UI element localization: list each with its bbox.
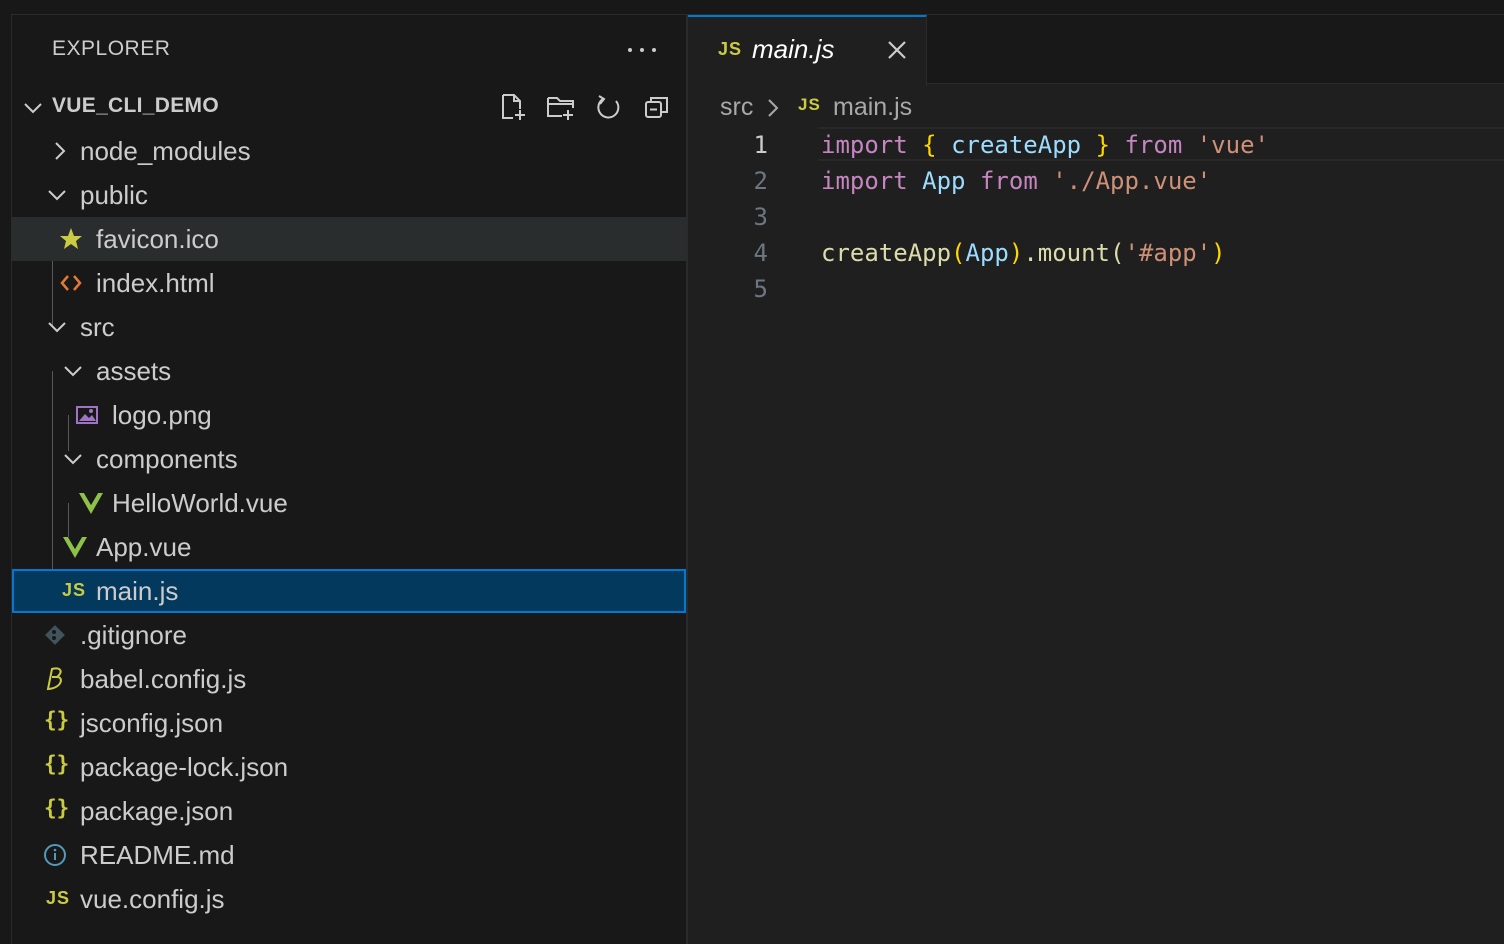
chevron-right-icon	[55, 142, 66, 160]
vue-icon	[79, 493, 103, 514]
project-title: VUE_CLI_DEMO	[52, 94, 219, 117]
tree-item-label: jsconfig.json	[80, 708, 224, 738]
tree-item-package-json[interactable]: {} package.json	[12, 789, 686, 833]
tree-item-label: assets	[96, 356, 172, 386]
line-number: 5	[753, 275, 768, 303]
tree-item-readme[interactable]: README.md	[12, 833, 686, 877]
tab-label: main.js	[752, 34, 835, 64]
tree-item-label: HelloWorld.vue	[112, 488, 288, 518]
chevron-down-icon	[24, 103, 42, 114]
tree-item-label: package-lock.json	[80, 752, 289, 782]
line-number: 2	[753, 167, 768, 195]
tree-item-index-html[interactable]: index.html	[12, 261, 686, 305]
git-icon	[45, 625, 65, 645]
breadcrumb-file[interactable]: main.js	[833, 93, 912, 122]
tab-bar: JS main.js	[688, 15, 1504, 86]
editor-pane: JS main.js src JS main.js 1 import { cre…	[688, 15, 1504, 944]
tree-item-node-modules[interactable]: node_modules	[12, 129, 686, 173]
tree-item-label: README.md	[80, 840, 235, 870]
line-number: 1	[753, 131, 768, 159]
chevron-right-icon	[768, 99, 779, 117]
title-bar	[0, 0, 1504, 15]
tree-item-favicon[interactable]: favicon.ico	[12, 217, 686, 261]
code-line: 3	[688, 199, 1504, 235]
collapse-all-icon[interactable]	[642, 92, 672, 122]
tree-item-package-lock[interactable]: {} package-lock.json	[12, 745, 686, 789]
tree-item-helloworld-vue[interactable]: HelloWorld.vue	[12, 481, 686, 525]
close-icon[interactable]	[884, 37, 910, 63]
chevron-down-icon	[48, 322, 66, 333]
tab-main-js[interactable]: JS main.js	[688, 15, 927, 86]
activity-bar	[0, 14, 12, 944]
tree-item-label: babel.config.js	[80, 664, 247, 694]
json-icon: {}	[44, 752, 70, 776]
star-icon	[60, 228, 82, 249]
tree-item-gitignore[interactable]: .gitignore	[12, 613, 686, 657]
tree-item-label: App.vue	[96, 532, 192, 562]
babel-icon	[46, 667, 62, 691]
tree-item-components[interactable]: components	[12, 437, 686, 481]
explorer-title: EXPLORER	[52, 37, 171, 60]
chevron-down-icon	[64, 454, 82, 465]
code-line: 4 createApp(App).mount('#app')	[688, 235, 1504, 271]
tree-item-label: src	[80, 312, 115, 342]
code-text: import App from './App.vue'	[821, 167, 1212, 195]
tree-item-label: node_modules	[80, 136, 251, 166]
tree-item-label: .gitignore	[80, 620, 187, 650]
tree-item-label: package.json	[80, 796, 234, 826]
json-icon: {}	[44, 708, 70, 732]
tree-item-label: components	[96, 444, 238, 474]
code-line: 5	[688, 271, 1504, 307]
js-icon: JS	[798, 95, 821, 114]
image-icon	[76, 406, 98, 424]
new-file-icon[interactable]	[498, 92, 528, 122]
tree-item-assets[interactable]: assets	[12, 349, 686, 393]
code-line: 1 import { createApp } from 'vue'	[688, 127, 1504, 163]
tree-item-jsconfig[interactable]: {} jsconfig.json	[12, 701, 686, 745]
js-icon: JS	[718, 39, 743, 59]
tree-item-logo-png[interactable]: logo.png	[12, 393, 686, 437]
line-number: 3	[753, 203, 768, 231]
tree-item-app-vue[interactable]: App.vue	[12, 525, 686, 569]
code-text: import { createApp } from 'vue'	[821, 131, 1269, 159]
tree-item-main-js[interactable]: JS main.js	[12, 569, 686, 613]
code-text: createApp(App).mount('#app')	[821, 239, 1226, 267]
tree-item-vue-config[interactable]: JS vue.config.js	[12, 877, 686, 921]
new-folder-icon[interactable]	[546, 92, 576, 122]
info-icon	[44, 844, 66, 866]
breadcrumb-folder[interactable]: src	[720, 93, 753, 122]
refresh-icon[interactable]	[594, 92, 624, 122]
tree-item-label: favicon.ico	[96, 224, 219, 254]
project-header[interactable]: VUE_CLI_DEMO	[12, 88, 686, 128]
json-icon: {}	[44, 796, 70, 820]
tree-item-label: index.html	[96, 268, 215, 298]
tree-item-label: logo.png	[112, 400, 212, 430]
tree-item-public[interactable]: public	[12, 173, 686, 217]
js-icon: JS	[62, 580, 87, 600]
more-actions-icon[interactable]	[624, 35, 660, 63]
tree-item-babel-config[interactable]: babel.config.js	[12, 657, 686, 701]
line-number: 4	[753, 239, 768, 267]
code-line: 2 import App from './App.vue'	[688, 163, 1504, 199]
chevron-down-icon	[48, 190, 66, 201]
vue-icon	[63, 537, 87, 558]
js-icon: JS	[46, 888, 71, 908]
tree-item-src[interactable]: src	[12, 305, 686, 349]
chevron-down-icon	[64, 366, 82, 377]
tree-item-label: vue.config.js	[80, 884, 225, 914]
html-icon	[60, 275, 82, 291]
explorer-sidebar: EXPLORER VUE_CLI_DEMO node_modules publi…	[12, 15, 686, 944]
tree-item-label: main.js	[96, 576, 179, 606]
tree-item-label: public	[80, 180, 148, 210]
